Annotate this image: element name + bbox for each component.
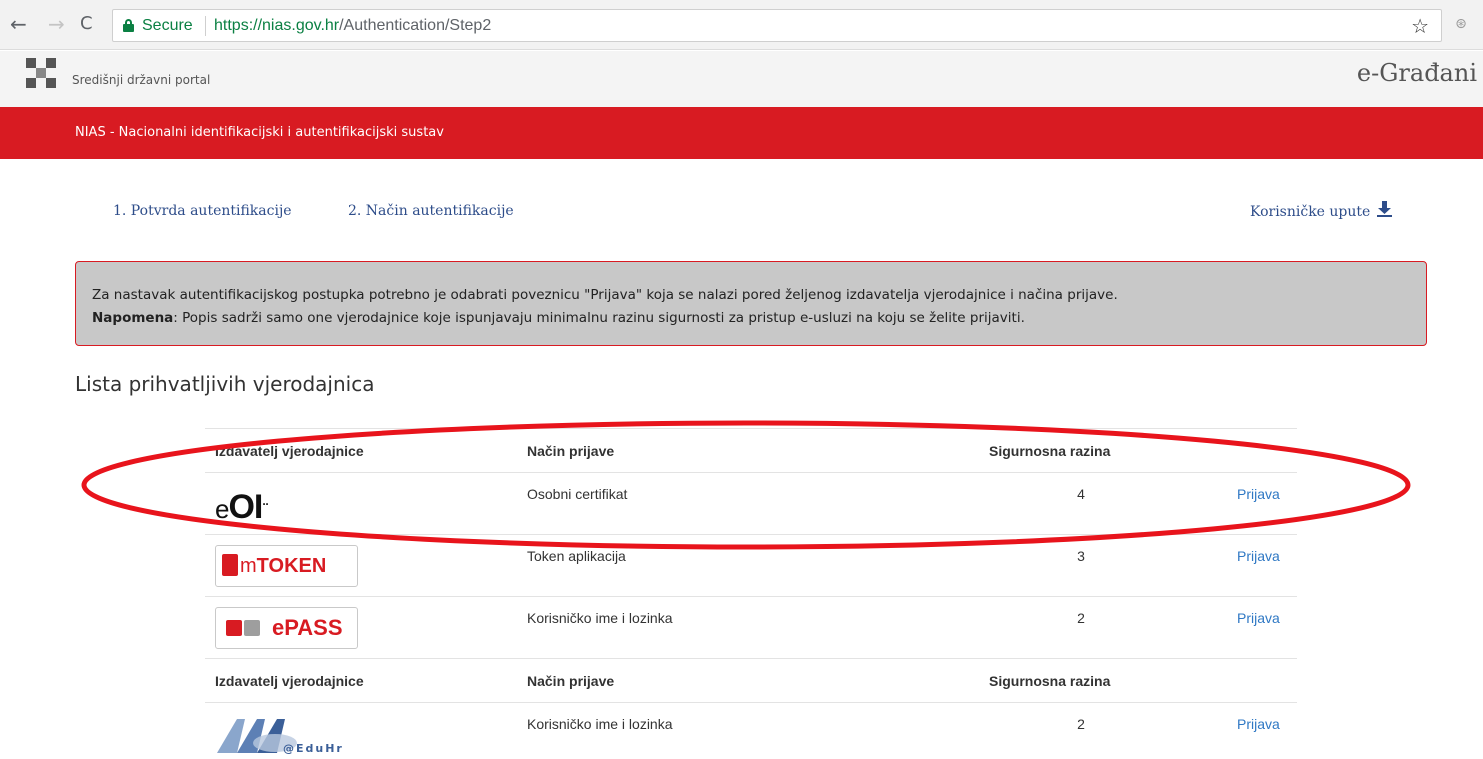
url-text[interactable]: https://nias.gov.hr/Authentication/Step2 [214,17,491,35]
level-cell: 2 [1077,716,1085,732]
url-host: nias.gov.hr [262,17,340,34]
aai-eduhr-logo: @EduHr [215,711,395,755]
epass-logo-text: ePASS [272,615,343,640]
url-path: /Authentication/Step2 [339,17,492,34]
header-issuer: Izdavatelj vjerodajnice [215,673,364,689]
list-title: Lista prihvatljivih vjerodajnica [75,372,375,396]
back-arrow-icon[interactable]: ← [10,13,27,35]
bookmark-star-icon[interactable]: ☆ [1411,14,1429,38]
portal-title[interactable]: Središnji državni portal [72,73,210,87]
address-bar[interactable]: Secure https://nias.gov.hr/Authenticatio… [112,9,1442,42]
user-guide-label: Korisničke upute [1250,204,1371,220]
forward-arrow-icon[interactable]: → [48,13,65,35]
lock-grey-icon [244,620,260,636]
lock-red-icon [226,620,242,636]
method-cell: Korisničko ime i lozinka [527,716,673,732]
info-notice: Za nastavak autentifikacijskog postupka … [75,261,1427,346]
header-method: Način prijave [527,673,615,689]
login-link[interactable]: Prijava [1237,716,1280,732]
epass-logo: ePASS [215,607,358,649]
portal-header: Središnji državni portal e-Građani [0,51,1483,107]
method-cell: Korisničko ime i lozinka [527,610,673,626]
table-row-aai: @EduHr Korisničko ime i lozinka 2 Prijav… [205,702,1297,759]
step-1-link[interactable]: 1. Potvrda autentifikacije [113,203,292,219]
level-cell: 2 [1077,610,1085,626]
highlight-ellipse [81,420,1411,550]
portal-logo-icon[interactable] [26,58,56,88]
user-guide-link[interactable]: Korisničke upute [1250,201,1392,220]
header-level: Sigurnosna razina [989,673,1111,689]
secure-label: Secure [142,17,193,34]
notice-line-2: Napomena: Popis sadrži samo one vjerodaj… [92,307,1426,330]
nias-title: NIAS - Nacionalni identifikacijski i aut… [75,125,444,140]
login-link[interactable]: Prijava [1237,610,1280,626]
aai-logo-text: @EduHr [283,742,344,755]
note-label: Napomena [92,310,174,326]
download-icon [1376,201,1392,217]
lock-icon [123,19,134,32]
table-header-row: Izdavatelj vjerodajnice Način prijave Si… [205,658,1297,702]
reload-icon[interactable]: C [80,13,93,35]
browser-toolbar: ← → C Secure https://nias.gov.hr/Authent… [0,0,1483,50]
table-row-epass: ePASS Korisničko ime i lozinka 2 Prijava [205,596,1297,658]
step-2-link[interactable]: 2. Način autentifikacije [348,203,514,219]
url-scheme: https:// [214,17,263,34]
notice-line-1: Za nastavak autentifikacijskog postupka … [92,287,1118,303]
extension-icon[interactable]: ⊛ [1450,13,1472,35]
address-separator [205,16,206,36]
nias-banner: NIAS - Nacionalni identifikacijski i aut… [0,107,1483,159]
egradani-brand[interactable]: e-Građani [1357,59,1477,87]
aai-logo-graphic: @EduHr [217,719,344,755]
note-text: : Popis sadrži samo one vjerodajnice koj… [173,310,1025,326]
